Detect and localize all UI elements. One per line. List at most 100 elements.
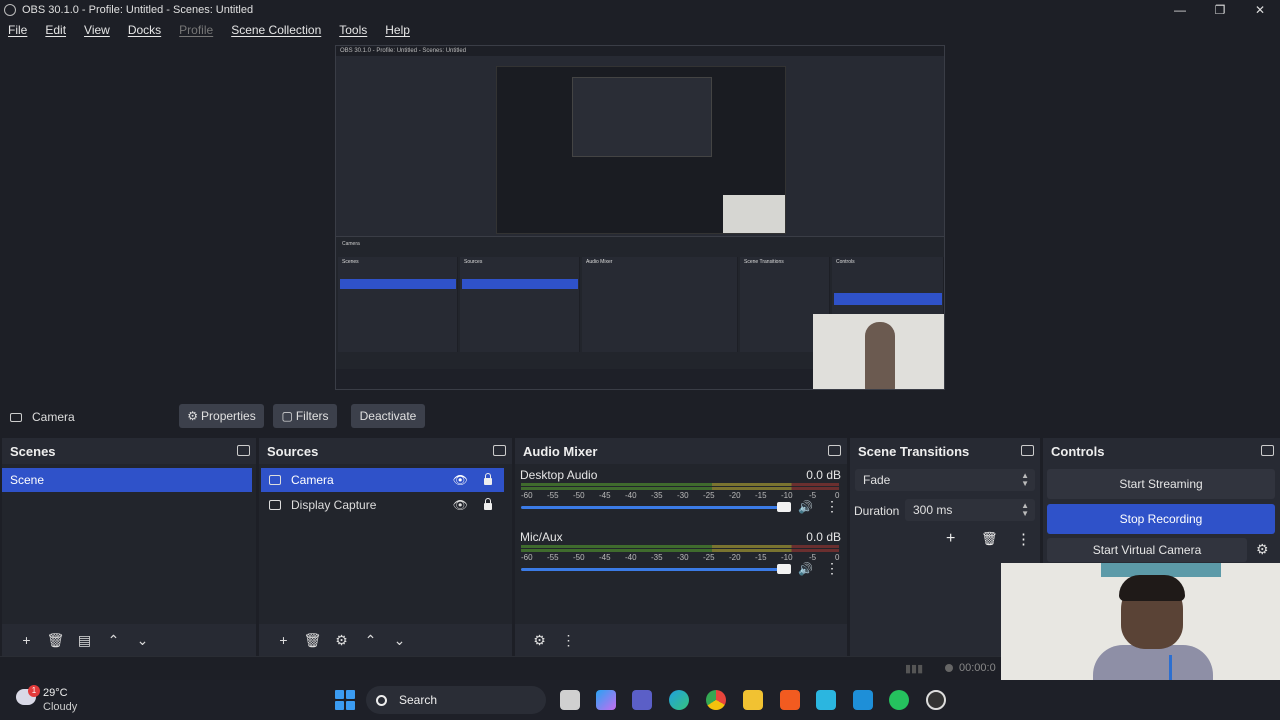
scene-transitions-title: Scene Transitions — [858, 443, 970, 459]
transition-select[interactable]: Fade ▲ ▼ — [855, 469, 1035, 491]
mixer-channel-mic-aux: Mic/Aux 0.0 dB -60 -55 -50 -45 -40 -35 -… — [515, 526, 847, 588]
volume-slider-handle[interactable] — [777, 564, 791, 574]
taskbar-search[interactable]: Search — [366, 686, 546, 714]
source-item-camera[interactable]: Camera 👁 — [261, 468, 504, 492]
meter-ticks: -60 -55 -50 -45 -40 -35 -30 -25 -20 -15 … — [521, 553, 840, 562]
visibility-eye-icon[interactable]: 👁 — [453, 473, 468, 487]
visibility-eye-icon[interactable]: 👁 — [453, 498, 468, 512]
undock-icon[interactable] — [1021, 445, 1034, 456]
transition-properties-icon[interactable]: ⋮ — [1016, 530, 1031, 548]
channel-name: Mic/Aux — [520, 530, 563, 544]
copilot-icon[interactable] — [596, 690, 616, 710]
sources-list: Camera 👁 Display Capture 👁 — [259, 464, 512, 624]
lock-icon[interactable] — [484, 473, 492, 485]
deactivate-button[interactable]: Deactivate — [351, 404, 425, 428]
undock-icon[interactable] — [237, 445, 250, 456]
preview-nested-stop-recording — [834, 293, 942, 305]
preview-nested-mixer: Audio Mixer — [582, 257, 738, 352]
move-down-icon[interactable]: ⌄ — [385, 629, 414, 651]
mixer-channel-desktop-audio: Desktop Audio 0.0 dB -60 -55 -50 -45 -40… — [515, 464, 847, 526]
maximize-button[interactable]: ❐ — [1200, 0, 1240, 20]
menu-tools[interactable]: Tools — [339, 23, 367, 37]
windows-start-icon[interactable] — [335, 690, 355, 710]
preview-nested-scene-sel — [340, 279, 456, 289]
teams-icon[interactable] — [632, 690, 652, 710]
scenes-dock: Scenes Scene + 🗑 ▤ ⌃ ⌄ — [2, 438, 256, 656]
camera-icon — [269, 475, 281, 485]
menu-help[interactable]: Help — [385, 23, 410, 37]
brave-icon[interactable] — [780, 690, 800, 710]
duration-spinbox[interactable]: 300 ms ▲ ▼ — [905, 499, 1035, 521]
more-options-icon[interactable]: ⋮ — [825, 560, 839, 577]
weather-temperature: 29°C — [43, 687, 68, 699]
weather-condition: Cloudy — [43, 701, 78, 713]
source-item-display-capture[interactable]: Display Capture 👁 — [261, 493, 504, 517]
add-scene-icon[interactable]: + — [12, 629, 41, 651]
undock-icon[interactable] — [1261, 445, 1274, 456]
speaker-icon[interactable]: 🔊 — [798, 500, 813, 514]
minimize-button[interactable]: — — [1160, 0, 1200, 20]
lock-icon[interactable] — [484, 498, 492, 510]
volume-meter — [521, 487, 839, 490]
source-properties-icon[interactable]: ⚙ — [327, 629, 356, 651]
remove-source-icon[interactable]: 🗑 — [298, 629, 327, 651]
advanced-audio-properties-icon[interactable]: ⚙ — [525, 629, 554, 651]
stop-recording-button[interactable]: Stop Recording — [1047, 504, 1275, 534]
audio-mixer-channels: Desktop Audio 0.0 dB -60 -55 -50 -45 -40… — [515, 464, 847, 624]
menu-profile[interactable]: Profile — [179, 23, 213, 37]
spin-arrows-icon[interactable]: ▲ ▼ — [1021, 502, 1029, 518]
task-view-icon[interactable] — [560, 690, 580, 710]
chrome-icon[interactable] — [706, 690, 726, 710]
start-virtual-camera-button[interactable]: Start Virtual Camera — [1047, 538, 1247, 562]
volume-meter — [521, 483, 839, 486]
add-transition-icon[interactable]: + — [946, 530, 955, 548]
channel-db: 0.0 dB — [806, 468, 841, 482]
edge-icon[interactable] — [669, 690, 689, 710]
move-up-icon[interactable]: ⌃ — [356, 629, 385, 651]
menu-view[interactable]: View — [84, 23, 110, 37]
sources-title: Sources — [267, 443, 319, 459]
menu-docks[interactable]: Docks — [128, 23, 161, 37]
preview-nested-canvas — [496, 66, 786, 234]
volume-slider[interactable] — [521, 506, 783, 509]
scene-item[interactable]: Scene — [2, 468, 252, 492]
meter-ticks: -60 -55 -50 -45 -40 -35 -30 -25 -20 -15 … — [521, 491, 840, 500]
move-up-icon[interactable]: ⌃ — [99, 629, 128, 651]
volume-slider[interactable] — [521, 568, 783, 571]
sources-dock: Sources Camera 👁 Display Capture 👁 + 🗑 ⚙… — [259, 438, 512, 656]
virtual-camera-settings-icon[interactable]: ⚙ — [1256, 541, 1269, 558]
recording-time: 00:00:0 — [959, 662, 996, 674]
undock-icon[interactable] — [493, 445, 506, 456]
close-button[interactable]: ✕ — [1240, 0, 1280, 20]
notepad-icon[interactable] — [816, 690, 836, 710]
sources-toolbar: + 🗑 ⚙ ⌃ ⌄ — [259, 624, 512, 656]
undock-icon[interactable] — [828, 445, 841, 456]
program-preview[interactable]: OBS 30.1.0 - Profile: Untitled - Scenes:… — [335, 45, 945, 390]
menu-file[interactable]: File — [8, 23, 27, 37]
more-options-icon[interactable]: ⋮ — [825, 498, 839, 515]
file-explorer-icon[interactable] — [743, 690, 763, 710]
filters-button[interactable]: ▢ Filters — [273, 404, 337, 428]
menu-edit[interactable]: Edit — [45, 23, 66, 37]
remove-transition-icon[interactable]: 🗑 — [981, 531, 998, 547]
volume-slider-handle[interactable] — [777, 502, 791, 512]
recording-status-icon — [945, 664, 953, 672]
move-down-icon[interactable]: ⌄ — [128, 629, 157, 651]
mixer-menu-icon[interactable]: ⋮ — [554, 629, 583, 651]
remove-scene-icon[interactable]: 🗑 — [41, 629, 70, 651]
preview-nested-webcam — [723, 195, 785, 233]
properties-button[interactable]: ⚙ Properties — [179, 404, 264, 428]
windows-taskbar: 1 29°C Cloudy Search — [0, 680, 1280, 720]
audio-mixer-toolbar: ⚙ ⋮ — [515, 624, 847, 656]
menu-scene-collection[interactable]: Scene Collection — [231, 23, 321, 37]
speaker-icon[interactable]: 🔊 — [798, 562, 813, 576]
obs-taskbar-icon[interactable] — [926, 690, 946, 710]
obs-app-icon — [4, 4, 16, 16]
filters-icon: ▢ — [281, 409, 293, 423]
add-source-icon[interactable]: + — [269, 629, 298, 651]
start-streaming-button[interactable]: Start Streaming — [1047, 469, 1275, 499]
whatsapp-icon[interactable] — [889, 690, 909, 710]
vscode-icon[interactable] — [853, 690, 873, 710]
scene-filters-icon[interactable]: ▤ — [70, 629, 99, 651]
scenes-list: Scene — [2, 464, 256, 624]
